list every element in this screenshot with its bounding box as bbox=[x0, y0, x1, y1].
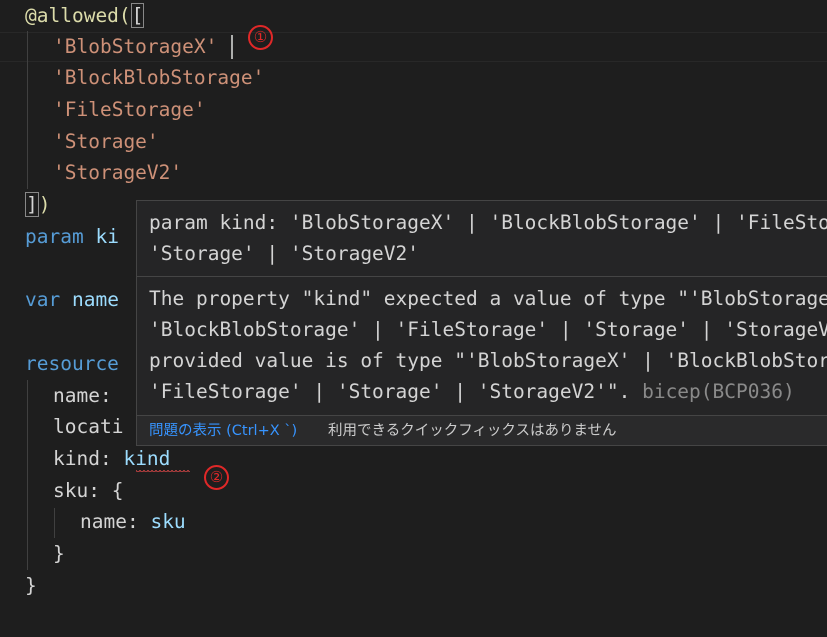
close-bracket: ] bbox=[25, 192, 39, 217]
annotation-marker-1: ① bbox=[248, 25, 273, 50]
var-name: name bbox=[71, 288, 119, 311]
keyword-resource: resource bbox=[25, 352, 119, 375]
code-line-name[interactable]: name: bbox=[53, 380, 112, 411]
code-line-param[interactable]: param ki bbox=[25, 221, 119, 252]
property-kind-key: kind: bbox=[53, 447, 112, 470]
code-line-resource-close[interactable]: } bbox=[25, 570, 37, 601]
code-line-sku-close[interactable]: } bbox=[53, 538, 65, 569]
message-line-1: The property "kind" expected a value of … bbox=[149, 287, 827, 310]
code-line-storagev2[interactable]: 'StorageV2' bbox=[53, 157, 182, 188]
string-blockblobstorage: 'BlockBlobStorage' bbox=[53, 66, 265, 89]
message-line-3: provided value is of type "'BlobStorageX… bbox=[149, 349, 827, 372]
no-quick-fix-label: 利用できるクイックフィックスはありません bbox=[328, 423, 617, 439]
open-bracket: [ bbox=[130, 3, 145, 28]
message-line-2: 'BlockBlobStorage' | 'FileStorage' | 'St… bbox=[149, 318, 827, 341]
keyword-param: param bbox=[25, 225, 84, 248]
text-cursor bbox=[231, 35, 233, 59]
code-line-location[interactable]: locati bbox=[53, 411, 123, 442]
string-blobstoragex: 'BlobStorageX' bbox=[53, 35, 218, 58]
sku-name-value: sku bbox=[150, 510, 186, 533]
hover-signature: param kind: 'BlobStorageX' | 'BlockBlobS… bbox=[149, 207, 827, 269]
kind-value-error[interactable]: kind bbox=[123, 447, 170, 470]
close-paren: ) bbox=[38, 193, 51, 216]
property-name-key: name: bbox=[53, 384, 112, 407]
signature-line-2: 'Storage' | 'StorageV2' bbox=[149, 242, 420, 265]
annotation-marker-2: ② bbox=[204, 465, 229, 490]
hover-tooltip[interactable]: param kind: 'BlobStorageX' | 'BlockBlobS… bbox=[136, 200, 827, 446]
code-line-sku-name[interactable]: name: sku bbox=[80, 506, 186, 537]
signature-line-1: param kind: 'BlobStorageX' | 'BlockBlobS… bbox=[149, 211, 827, 234]
property-sku-name-key: name: bbox=[80, 510, 139, 533]
code-line-storage[interactable]: 'Storage' bbox=[53, 126, 159, 157]
view-problem-link[interactable]: 問題の表示 (Ctrl+X `) bbox=[149, 416, 297, 445]
hover-separator bbox=[137, 276, 827, 277]
hover-status-bar: 問題の表示 (Ctrl+X `) 利用できるクイックフィックスはありません bbox=[137, 415, 827, 445]
indent-guide bbox=[27, 31, 28, 189]
decorator-allowed: @allowed( bbox=[25, 4, 131, 27]
code-line-resource[interactable]: resource bbox=[25, 348, 119, 379]
code-line-filestorage[interactable]: 'FileStorage' bbox=[53, 94, 206, 125]
error-source: bicep(BCP036) bbox=[630, 380, 795, 403]
code-line-blockblobstorage[interactable]: 'BlockBlobStorage' bbox=[53, 62, 264, 93]
code-line-var[interactable]: var name bbox=[25, 284, 119, 315]
code-line-close-allowed[interactable]: ]) bbox=[25, 189, 51, 220]
property-sku-key: sku: bbox=[53, 479, 100, 502]
indent-guide bbox=[27, 380, 28, 570]
code-line-allowed[interactable]: @allowed([ bbox=[25, 0, 145, 31]
code-line-sku[interactable]: sku: { bbox=[53, 475, 123, 506]
string-storagev2: 'StorageV2' bbox=[53, 161, 183, 184]
hover-error-message: The property "kind" expected a value of … bbox=[149, 283, 827, 407]
message-line-4: 'FileStorage' | 'Storage' | 'StorageV2'"… bbox=[149, 380, 631, 403]
sku-close-brace: } bbox=[53, 542, 65, 565]
keyword-var: var bbox=[25, 288, 61, 311]
resource-close-brace: } bbox=[25, 574, 37, 597]
error-squiggle bbox=[136, 470, 190, 474]
code-line-blobstoragex[interactable]: 'BlobStorageX' bbox=[53, 31, 217, 62]
string-storage: 'Storage' bbox=[53, 130, 159, 153]
property-location-key: locati bbox=[53, 415, 124, 438]
code-editor[interactable]: @allowed([ 'BlobStorageX' ① 'BlockBlobSt… bbox=[0, 0, 827, 637]
sku-open-brace: { bbox=[111, 479, 124, 502]
string-filestorage: 'FileStorage' bbox=[53, 98, 206, 121]
param-name-partial: ki bbox=[95, 225, 119, 248]
indent-guide bbox=[54, 508, 55, 538]
